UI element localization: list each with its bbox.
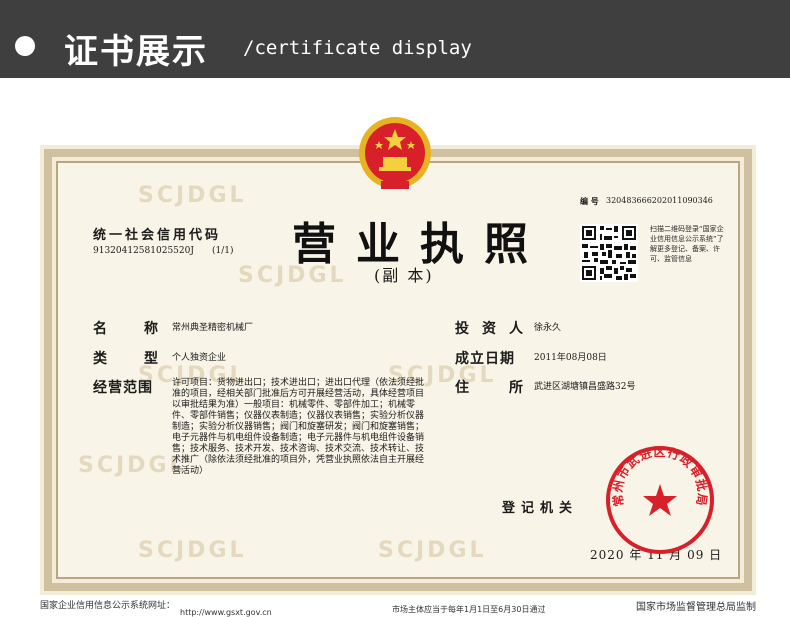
bullet-icon xyxy=(15,36,35,56)
name-label: 名 称 xyxy=(93,321,158,337)
credit-code: 91320412581025520J xyxy=(93,246,194,256)
footer-middle: 市场主体应当于每年1月1日至6月30日通过 xyxy=(392,605,546,614)
watermark-text: SCJDGL xyxy=(138,538,247,563)
page-of: (1/1) xyxy=(212,246,234,256)
watermark-text: SCJDGL xyxy=(138,183,247,208)
scope-label: 经营范围 xyxy=(93,380,153,396)
watermark-text: SCJDGL xyxy=(78,453,187,478)
qr-code-icon xyxy=(580,224,638,282)
header-subtitle: /certificate display xyxy=(243,37,472,59)
registration-authority: 登记机关 xyxy=(502,501,579,516)
company-type: 个人独资企业 xyxy=(172,353,227,363)
investor-name: 徐永久 xyxy=(534,323,562,333)
business-scope: 许可项目：货物进出口；技术进出口；进出口代理（依法须经批准的项目，经相关部门批准… xyxy=(172,378,425,476)
national-emblem-icon xyxy=(359,117,431,189)
official-seal-icon: 常州市武进区行政审批局 xyxy=(606,444,714,554)
header-title: 证书展示 xyxy=(64,32,208,72)
qr-note: 扫描二维码登录“国家企业信用信息公示系统”了解更多登记、备案、许可、监管信息 xyxy=(650,225,724,263)
investor-label: 投 资 人 xyxy=(455,321,523,337)
footer-right: 国家市场监督管理总局监制 xyxy=(636,602,756,613)
footer-left: 国家企业信用信息公示系统网址： xyxy=(40,601,176,611)
type-label: 类 型 xyxy=(93,351,158,367)
founding-date: 2011年08月08日 xyxy=(534,353,607,363)
credit-code-title: 统一社会信用代码 xyxy=(93,228,222,243)
page-header: 证书展示 /certificate display xyxy=(0,0,790,78)
address-label: 住 所 xyxy=(455,380,523,396)
number-label: 编 号 xyxy=(580,197,599,206)
license-number: 320483666202011090346 xyxy=(606,196,713,205)
license-subtitle: (副 本) xyxy=(374,266,434,285)
watermark-text: SCJDGL xyxy=(378,538,487,563)
company-name: 常州典圣精密机械厂 xyxy=(172,323,254,333)
founding-date-label: 成立日期 xyxy=(455,351,515,367)
company-address: 武进区湖塘镇昌盛路32号 xyxy=(534,382,636,392)
